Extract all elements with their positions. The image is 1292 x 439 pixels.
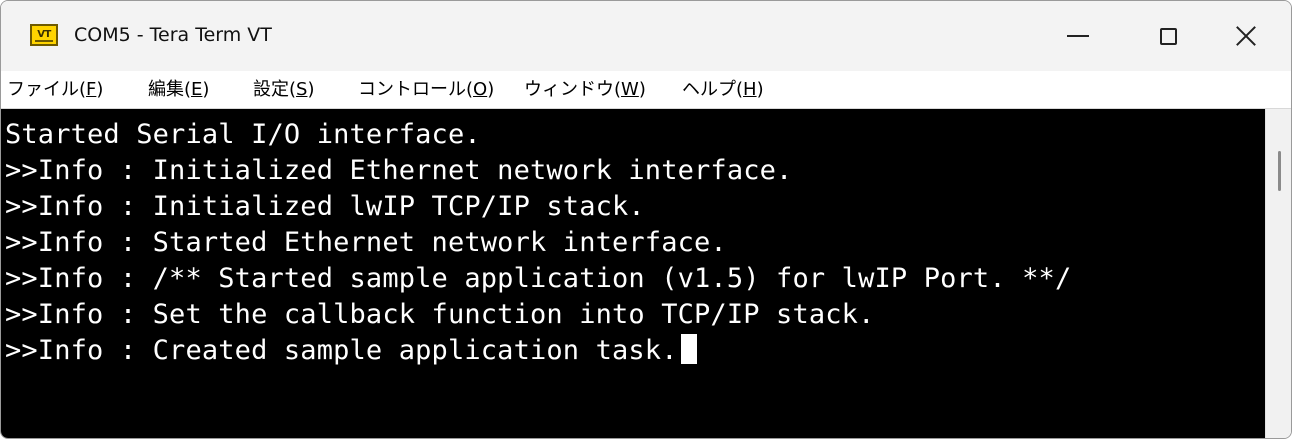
maximize-button[interactable] <box>1123 1 1213 71</box>
menu-help-label: ヘルプ( <box>682 79 744 100</box>
menu-window-accelerator: W <box>621 79 639 100</box>
menu-help-accelerator: H <box>743 79 757 100</box>
menu-window[interactable]: ウィンドウ(W) <box>524 77 646 103</box>
minimize-button[interactable] <box>1033 1 1123 71</box>
menu-edit-suffix: ) <box>202 79 210 100</box>
menu-bar: ファイル(F) 編集(E) 設定(S) コントロール(O) ウィンドウ(W) ヘ… <box>1 71 1291 109</box>
menu-file[interactable]: ファイル(F) <box>7 77 103 103</box>
menu-file-label: ファイル( <box>7 79 87 100</box>
menu-edit-accelerator: E <box>191 79 203 100</box>
menu-file-suffix: ) <box>96 79 104 100</box>
terminal-line: >>Info : /** Started sample application … <box>5 263 1072 294</box>
menu-control-suffix: ) <box>487 79 495 100</box>
terminal-line: >>Info : Set the callback function into … <box>5 299 875 330</box>
menu-control[interactable]: コントロール(O) <box>358 77 494 103</box>
menu-window-label: ウィンドウ( <box>524 79 622 100</box>
maximize-icon <box>1159 27 1177 45</box>
terminal-line: >>Info : Initialized Ethernet network in… <box>5 155 793 186</box>
app-icon-label: VT <box>37 29 51 40</box>
vertical-scrollbar[interactable] <box>1265 109 1291 438</box>
close-icon <box>1235 25 1257 47</box>
menu-window-suffix: ) <box>638 79 646 100</box>
menu-edit-label: 編集( <box>148 79 192 100</box>
terminal-line: >>Info : Started Ethernet network interf… <box>5 227 727 258</box>
terminal-line: Started Serial I/O interface. <box>5 119 481 150</box>
scrollbar-thumb[interactable] <box>1278 151 1281 191</box>
menu-setup-label: 設定( <box>253 79 297 100</box>
menu-setup-accelerator: S <box>296 79 308 100</box>
window-title: COM5 - Tera Term VT <box>74 24 272 46</box>
teraterm-window: VT COM5 - Tera Term VT ファイル(F) 編集(E) 設定(… <box>0 0 1292 439</box>
menu-help[interactable]: ヘルプ(H) <box>682 77 764 103</box>
menu-control-accelerator: O <box>473 79 488 100</box>
terminal-line-text: >>Info : Created sample application task… <box>5 335 678 366</box>
title-bar[interactable]: VT COM5 - Tera Term VT <box>1 1 1291 71</box>
menu-control-label: コントロール( <box>358 79 474 100</box>
terminal-line-last: >>Info : Created sample application task… <box>5 333 1071 369</box>
terminal-output: Started Serial I/O interface. >>Info : I… <box>5 117 1071 369</box>
terminal-screen[interactable]: Started Serial I/O interface. >>Info : I… <box>1 109 1265 438</box>
teraterm-vt-icon[interactable]: VT <box>30 24 58 46</box>
terminal-line: >>Info : Initialized lwIP TCP/IP stack. <box>5 191 645 222</box>
menu-setup[interactable]: 設定(S) <box>253 77 315 103</box>
menu-edit[interactable]: 編集(E) <box>148 77 209 103</box>
menu-file-accelerator: F <box>86 79 97 100</box>
minimize-icon <box>1067 35 1089 37</box>
text-cursor <box>680 334 697 364</box>
close-button[interactable] <box>1201 1 1291 71</box>
menu-setup-suffix: ) <box>307 79 315 100</box>
menu-help-suffix: ) <box>756 79 764 100</box>
